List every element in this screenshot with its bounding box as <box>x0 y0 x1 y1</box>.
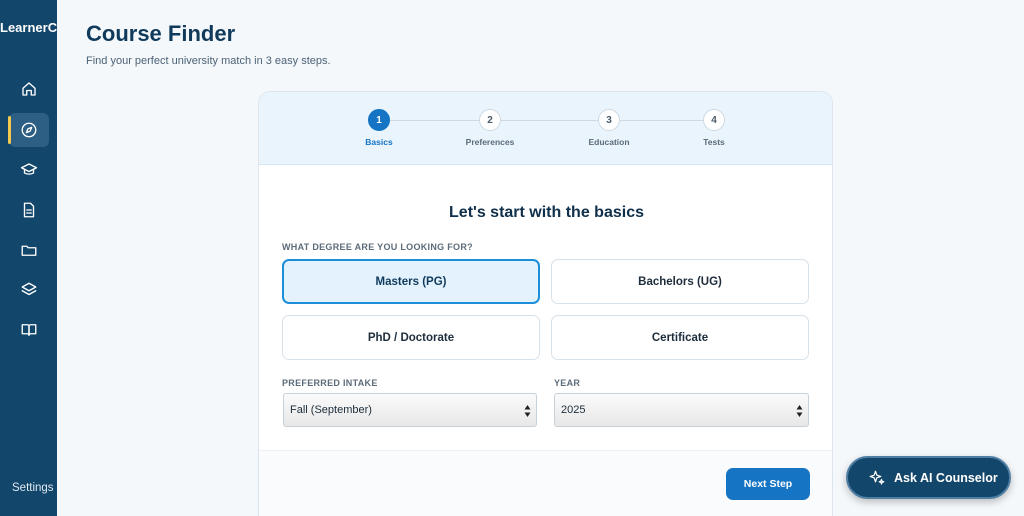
year-label: YEAR <box>554 378 581 388</box>
stepper: 1 Basics 2 Preferences 3 Education 4 Tes… <box>259 92 832 165</box>
sidebar-item-course-finder[interactable] <box>8 113 49 147</box>
sidebar-item-documents[interactable] <box>9 193 49 227</box>
sidebar-item-programs[interactable] <box>9 153 49 187</box>
intake-label: PREFERRED INTAKE <box>282 378 378 388</box>
sidebar-item-applications[interactable] <box>9 233 49 267</box>
step-number: 4 <box>703 109 725 131</box>
step-preferences[interactable]: 2 Preferences <box>450 109 530 147</box>
ask-ai-counselor-button[interactable]: Ask AI Counselor <box>846 456 1011 499</box>
step-label: Basics <box>365 137 393 147</box>
step-education[interactable]: 3 Education <box>569 109 649 147</box>
step-number: 1 <box>368 109 390 131</box>
step-basics[interactable]: 1 Basics <box>339 109 419 147</box>
degree-option-phd[interactable]: PhD / Doctorate <box>282 315 540 360</box>
book-icon <box>21 324 37 336</box>
brand-logo: LearnerCo <box>0 20 57 35</box>
degree-option-masters[interactable]: Masters (PG) <box>282 259 540 304</box>
intake-select-value: Fall (September) <box>290 404 372 416</box>
compass-icon <box>21 122 37 138</box>
page-title: Course Finder <box>86 21 236 46</box>
document-icon <box>23 202 35 218</box>
sidebar-item-resources[interactable] <box>9 273 49 307</box>
layers-icon <box>21 282 37 296</box>
home-icon <box>22 82 36 96</box>
year-select-value: 2025 <box>561 404 586 416</box>
settings-link[interactable]: Settings <box>12 482 54 494</box>
step-label: Preferences <box>465 137 515 147</box>
form-title: Let's start with the basics <box>449 204 644 221</box>
folder-icon <box>21 245 37 256</box>
sidebar-item-guides[interactable] <box>9 313 49 347</box>
graduation-cap-icon <box>20 163 38 175</box>
year-select[interactable]: 2025 <box>554 393 809 427</box>
degree-label: WHAT DEGREE ARE YOU LOOKING FOR? <box>282 242 473 252</box>
degree-option-certificate[interactable]: Certificate <box>551 315 809 360</box>
select-arrows-icon <box>796 405 803 417</box>
page-subtitle: Find your perfect university match in 3 … <box>86 55 331 67</box>
intake-select[interactable]: Fall (September) <box>283 393 537 427</box>
step-label: Tests <box>703 137 725 147</box>
step-number: 3 <box>598 109 620 131</box>
sidebar-item-home[interactable] <box>9 72 49 106</box>
course-finder-card: 1 Basics 2 Preferences 3 Education 4 Tes… <box>258 91 833 516</box>
select-arrows-icon <box>524 405 531 417</box>
sparkles-icon <box>869 470 885 485</box>
sidebar: LearnerCo Settings <box>0 0 57 516</box>
step-tests[interactable]: 4 Tests <box>674 109 754 147</box>
step-number: 2 <box>479 109 501 131</box>
step-label: Education <box>588 137 630 147</box>
next-step-button[interactable]: Next Step <box>726 468 810 500</box>
degree-option-bachelors[interactable]: Bachelors (UG) <box>551 259 809 304</box>
ask-ai-counselor-label: Ask AI Counselor <box>894 470 998 485</box>
